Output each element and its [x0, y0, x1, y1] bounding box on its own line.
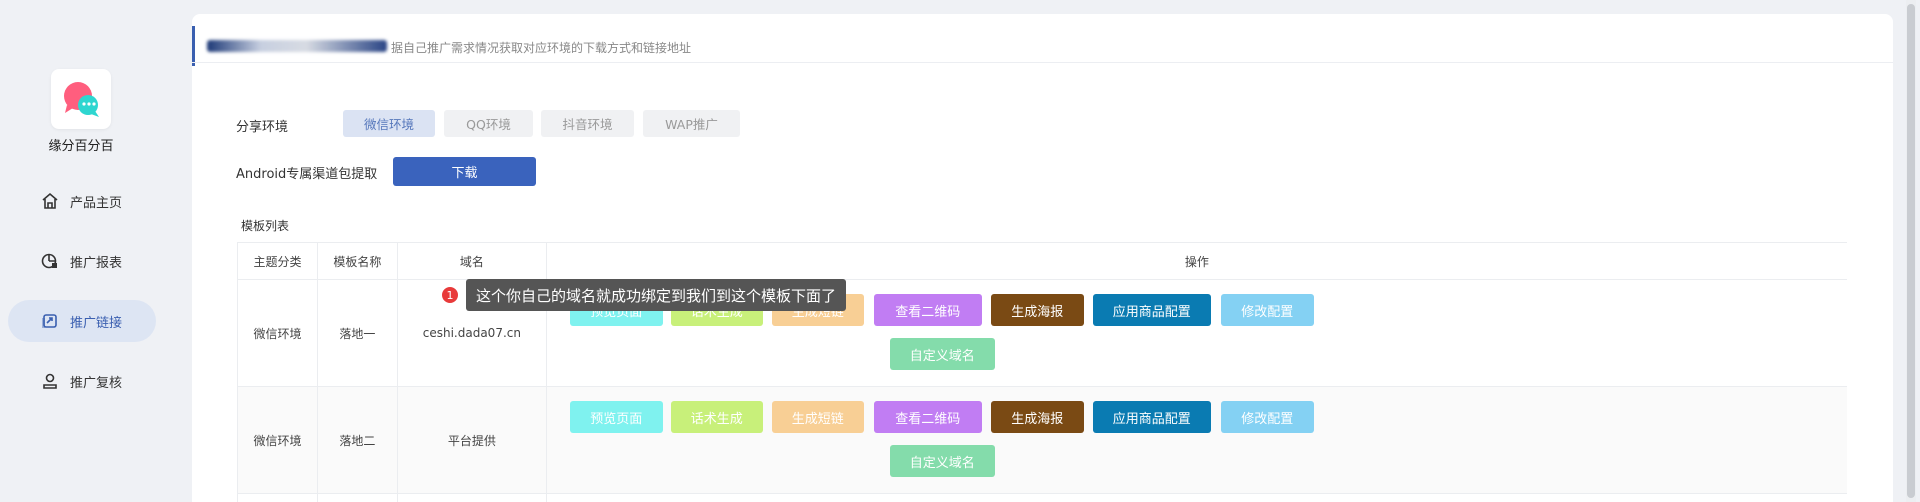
- cell-template-name: 落地二: [318, 387, 398, 493]
- short-link-button[interactable]: 生成短链: [771, 401, 864, 433]
- home-icon: [40, 191, 60, 211]
- sidebar-item-review[interactable]: 推广复核: [8, 360, 156, 402]
- redacted-app-name: [207, 40, 387, 52]
- sidebar-item-label: 产品主页: [70, 195, 123, 211]
- cell-empty: [398, 494, 547, 502]
- table-header-row: 主题分类 模板名称 域名 操作: [238, 243, 1847, 280]
- report-icon: [40, 251, 60, 271]
- cell-template-name: 落地一: [318, 280, 398, 386]
- header-category: 主题分类: [238, 243, 318, 279]
- tip-text: 据自己推广需求情况获取对应环境的下载方式和链接地址: [391, 41, 692, 55]
- sidebar-item-label: 推广链接: [70, 315, 123, 331]
- custom-domain-button[interactable]: 自定义域名: [889, 338, 995, 370]
- sidebar-item-product-home[interactable]: 产品主页: [8, 180, 156, 222]
- edit-config-button[interactable]: 修改配置: [1220, 294, 1314, 326]
- edit-config-button[interactable]: 修改配置: [1220, 401, 1314, 433]
- scrollbar-thumb[interactable]: [1907, 4, 1915, 498]
- android-label: Android专属渠道包提取: [236, 167, 378, 182]
- user-check-icon: [40, 371, 60, 391]
- cell-empty: [318, 494, 398, 502]
- main-panel: 据自己推广需求情况获取对应环境的下载方式和链接地址 分享环境 微信环境 QQ环境…: [192, 14, 1893, 502]
- link-icon: [40, 311, 60, 331]
- sidebar-item-label: 推广复核: [70, 375, 123, 391]
- header-template-name: 模板名称: [318, 243, 398, 279]
- env-option-qq[interactable]: QQ环境: [444, 110, 533, 137]
- cell-category: 微信环境: [238, 280, 318, 386]
- view-qrcode-button[interactable]: 查看二维码: [873, 401, 982, 433]
- view-qrcode-button[interactable]: 查看二维码: [873, 294, 982, 326]
- header-actions: 操作: [1184, 254, 1209, 269]
- app-logo: [51, 69, 111, 129]
- brand-name: 缘分百分百: [48, 139, 114, 154]
- template-list-title: 模板列表: [241, 219, 290, 233]
- sidebar-item-promo-link[interactable]: 推广链接: [8, 300, 156, 342]
- divider: [192, 62, 1893, 63]
- generate-poster-button[interactable]: 生成海报: [990, 294, 1084, 326]
- env-option-douyin[interactable]: 抖音环境: [541, 110, 634, 137]
- share-env-label: 分享环境: [236, 120, 289, 135]
- sidebar-item-label: 推广报表: [70, 255, 123, 271]
- preview-page-button[interactable]: 预览页面: [569, 401, 663, 433]
- header-domain: 域名: [398, 243, 547, 279]
- step-badge: 1: [440, 285, 460, 305]
- apply-product-config-button[interactable]: 应用商品配置: [1092, 294, 1211, 326]
- sidebar-item-report[interactable]: 推广报表: [8, 240, 156, 282]
- apply-product-config-button[interactable]: 应用商品配置: [1092, 401, 1211, 433]
- table-row: [238, 494, 1847, 502]
- script-generate-button[interactable]: 话术生成: [670, 401, 763, 433]
- generate-poster-button[interactable]: 生成海报: [990, 401, 1084, 433]
- table-row: 微信环境 落地二 平台提供 预览页面 话术生成 生成短链 查看二维码 生成海报 …: [238, 387, 1847, 494]
- guide-tooltip: 这个你自己的域名就成功绑定到我们到这个模板下面了: [466, 279, 847, 311]
- cell-category: 微信环境: [238, 387, 318, 493]
- cell-actions: 预览页面 话术生成 生成短链 查看二维码 生成海报 应用商品配置 修改配置 自定…: [547, 387, 1847, 493]
- cell-domain: 平台提供: [398, 387, 547, 493]
- download-button[interactable]: 下载: [393, 157, 536, 186]
- logo-chat-icon: [64, 82, 99, 117]
- env-option-wechat[interactable]: 微信环境: [343, 110, 435, 137]
- sidebar: 缘分百分百 产品主页 推广报表 推广链接 推广复核: [0, 0, 190, 502]
- tip-bar: 据自己推广需求情况获取对应环境的下载方式和链接地址: [192, 26, 1893, 66]
- custom-domain-button[interactable]: 自定义域名: [889, 445, 995, 477]
- cell-empty: [238, 494, 318, 502]
- env-option-wap[interactable]: WAP推广: [643, 110, 740, 137]
- cell-empty: [547, 494, 1847, 502]
